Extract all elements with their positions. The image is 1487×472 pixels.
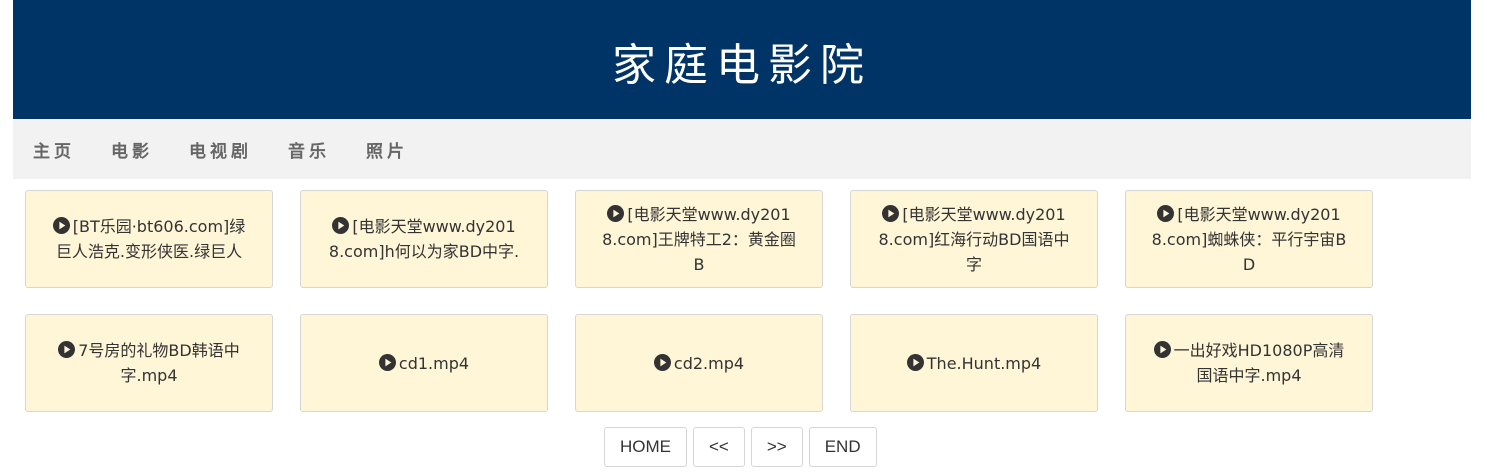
video-title: [BT乐园·bt606.com]绿巨人浩克.变形侠医.绿巨人 xyxy=(55,217,246,261)
video-title-wrap: [电影天堂www.dy2018.com]红海行动BD国语中字 xyxy=(876,202,1072,277)
video-title: cd1.mp4 xyxy=(398,353,470,373)
video-title-wrap: [电影天堂www.dy2018.com]王牌特工2：黄金圈B xyxy=(601,202,797,277)
site-header: 家庭电影院 xyxy=(13,0,1471,119)
video-card[interactable]: [电影天堂www.dy2018.com]蜘蛛侠：平行宇宙BD xyxy=(1125,190,1373,288)
video-title-wrap: cd2.mp4 xyxy=(601,351,797,376)
play-circle-icon xyxy=(1153,341,1171,358)
video-card[interactable]: 7号房的礼物BD韩语中字.mp4 xyxy=(25,314,273,412)
video-title: [电影天堂www.dy2018.com]h何以为家BD中字. xyxy=(328,217,520,261)
video-card[interactable]: [电影天堂www.dy2018.com]红海行动BD国语中字 xyxy=(850,190,1098,288)
video-title: 一出好戏HD1080P高清国语中字.mp4 xyxy=(1173,341,1345,385)
video-title-wrap: 一出好戏HD1080P高清国语中字.mp4 xyxy=(1151,338,1347,388)
play-circle-icon xyxy=(653,353,671,371)
video-title: cd2.mp4 xyxy=(673,353,745,373)
pager-end-button[interactable]: END xyxy=(808,427,877,467)
video-title: [电影天堂www.dy2018.com]王牌特工2：黄金圈B xyxy=(602,204,796,274)
play-circle-icon xyxy=(332,217,350,234)
nav-item-tv-series[interactable]: 电视剧 xyxy=(189,137,252,162)
video-card[interactable]: [电影天堂www.dy2018.com]王牌特工2：黄金圈B xyxy=(575,190,823,288)
main-nav: 主页 电影 电视剧 音乐 照片 xyxy=(13,119,1471,179)
play-circle-icon xyxy=(607,204,625,222)
play-circle-icon xyxy=(1157,204,1175,222)
play-circle-icon xyxy=(52,217,70,234)
video-card[interactable]: The.Hunt.mp4 xyxy=(850,314,1098,412)
video-card[interactable]: [BT乐园·bt606.com]绿巨人浩克.变形侠医.绿巨人 xyxy=(25,190,273,288)
site-title: 家庭电影院 xyxy=(612,39,872,91)
play-circle-icon xyxy=(378,353,396,371)
pagination: HOME << >> END xyxy=(604,427,877,467)
video-card[interactable]: [电影天堂www.dy2018.com]h何以为家BD中字. xyxy=(300,190,548,288)
play-circle-icon xyxy=(882,204,900,222)
pager-prev-button[interactable]: << xyxy=(693,427,745,467)
pager-next-button[interactable]: >> xyxy=(750,427,803,467)
video-title-wrap: cd1.mp4 xyxy=(326,351,522,376)
nav-item-music[interactable]: 音乐 xyxy=(288,137,330,162)
video-title-wrap: 7号房的礼物BD韩语中字.mp4 xyxy=(51,338,247,388)
video-title: The.Hunt.mp4 xyxy=(926,353,1042,373)
pager-home-button[interactable]: HOME xyxy=(604,427,687,467)
nav-item-photos[interactable]: 照片 xyxy=(366,137,408,162)
video-title-wrap: [电影天堂www.dy2018.com]h何以为家BD中字. xyxy=(326,214,522,264)
video-title: [电影天堂www.dy2018.com]蜘蛛侠：平行宇宙BD xyxy=(1151,204,1347,274)
page: 家庭电影院 主页 电影 电视剧 音乐 照片 [BT乐园·bt606.com]绿巨… xyxy=(0,0,1487,472)
video-card[interactable]: cd2.mp4 xyxy=(575,314,823,412)
video-card[interactable]: 一出好戏HD1080P高清国语中字.mp4 xyxy=(1125,314,1373,412)
video-title-wrap: [电影天堂www.dy2018.com]蜘蛛侠：平行宇宙BD xyxy=(1151,202,1347,277)
video-card[interactable]: cd1.mp4 xyxy=(300,314,548,412)
video-title-wrap: [BT乐园·bt606.com]绿巨人浩克.变形侠医.绿巨人 xyxy=(51,214,247,264)
nav-item-home[interactable]: 主页 xyxy=(33,137,75,162)
play-circle-icon xyxy=(906,353,924,371)
nav-item-movies[interactable]: 电影 xyxy=(111,137,153,162)
play-circle-icon xyxy=(58,341,76,358)
video-title-wrap: The.Hunt.mp4 xyxy=(876,351,1072,376)
video-title: [电影天堂www.dy2018.com]红海行动BD国语中字 xyxy=(878,204,1070,274)
video-title: 7号房的礼物BD韩语中字.mp4 xyxy=(78,341,240,385)
